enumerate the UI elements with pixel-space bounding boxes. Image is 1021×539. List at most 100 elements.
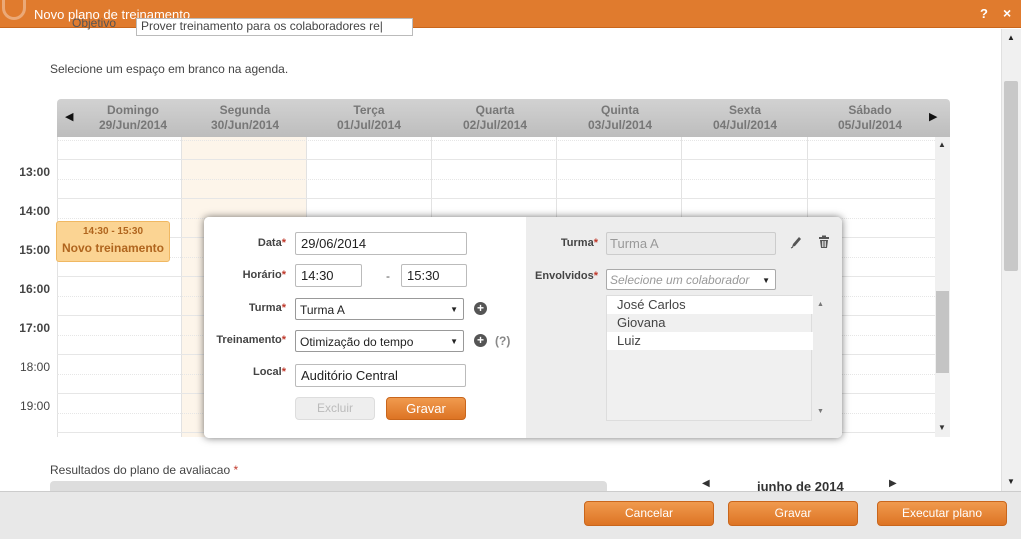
class-label-text: Turma <box>248 302 282 314</box>
close-button[interactable]: × <box>1003 5 1011 21</box>
grid-line <box>57 198 935 199</box>
training-help-link[interactable]: (?) <box>495 334 510 348</box>
instructions-text: Selecione um espaço em branco na agenda. <box>50 62 289 76</box>
scroll-up-icon[interactable]: ▲ <box>817 301 824 308</box>
scroll-down-icon[interactable]: ▼ <box>817 408 824 415</box>
day-header-sunday: Domingo 29/Jun/2014 <box>71 103 195 133</box>
involved-label: Envolvidos* <box>526 270 598 282</box>
class-readonly-input: Turma A <box>606 232 776 255</box>
day-header-friday: Sexta 04/Jul/2014 <box>683 103 807 133</box>
collaborator-select-placeholder: Selecione um colaborador <box>610 273 750 287</box>
date-input[interactable]: 29/06/2014 <box>295 232 467 255</box>
day-header-thursday: Quinta 03/Jul/2014 <box>558 103 682 133</box>
scrollbar-thumb[interactable] <box>1004 81 1018 271</box>
place-input[interactable]: Auditório Central <box>295 364 466 387</box>
save-event-button[interactable]: Gravar <box>386 397 466 420</box>
event-time: 14:30 - 15:30 <box>82 226 144 237</box>
required-mark: * <box>281 237 286 249</box>
day-name: Sexta <box>728 103 762 117</box>
required-mark: * <box>281 334 286 346</box>
required-mark: * <box>281 302 286 314</box>
results-label-text: Resultados do plano de avaliacao <box>50 463 231 477</box>
grid-line <box>57 140 935 141</box>
required-mark: * <box>281 269 286 281</box>
chevron-down-icon: ▼ <box>762 276 770 285</box>
mini-calendar-prev-button[interactable]: ◀ <box>702 478 710 489</box>
day-name: Domingo <box>107 103 159 117</box>
day-name: Terça <box>353 103 385 117</box>
event-form: Data* 29/06/2014 Horário* 14:30 - 15:30 … <box>204 217 526 438</box>
scroll-down-icon[interactable]: ▼ <box>1007 477 1015 486</box>
day-date: 04/Jul/2014 <box>712 118 778 132</box>
edit-icon[interactable] <box>790 235 802 249</box>
day-name: Quarta <box>475 103 515 117</box>
delete-button[interactable]: Excluir <box>295 397 375 420</box>
event-name: Novo treinamento <box>61 241 164 255</box>
training-select-value: Otimização do tempo <box>300 335 414 349</box>
time-label-13: 13:00 <box>19 165 50 179</box>
class-select-value: Turma A <box>300 303 345 317</box>
training-select[interactable]: Otimização do tempo ▼ <box>295 330 464 352</box>
dialog-footer <box>0 491 1021 539</box>
time-separator: - <box>386 269 390 283</box>
time-label-14: 14:00 <box>19 204 50 218</box>
required-mark: * <box>281 366 286 378</box>
add-class-icon[interactable]: + <box>474 302 487 315</box>
day-date: 01/Jul/2014 <box>336 118 402 132</box>
participants-list[interactable]: José Carlos Giovana Luiz ▲ ▼ <box>606 295 824 421</box>
add-training-icon[interactable]: + <box>474 334 487 347</box>
day-name: Segunda <box>219 103 271 117</box>
required-mark: * <box>233 463 239 477</box>
trash-icon[interactable] <box>818 235 830 249</box>
calendar-scrollbar[interactable]: ▲ ▼ <box>935 137 950 437</box>
place-label-text: Local <box>252 366 282 378</box>
start-time-input[interactable]: 14:30 <box>295 264 362 287</box>
time-label-text: Horário <box>242 269 282 281</box>
day-name: Sábado <box>848 103 892 117</box>
required-mark: * <box>593 237 598 249</box>
scroll-up-icon[interactable]: ▲ <box>1007 33 1015 42</box>
end-time-input[interactable]: 15:30 <box>401 264 467 287</box>
day-header-saturday: Sábado 05/Jul/2014 <box>808 103 932 133</box>
required-mark: * <box>593 270 598 282</box>
collaborator-select[interactable]: Selecione um colaborador ▼ <box>606 269 776 290</box>
grid-line <box>57 159 935 160</box>
execute-plan-button[interactable]: Executar plano <box>877 501 1007 526</box>
scrollbar-thumb[interactable] <box>936 291 949 373</box>
calendar-event[interactable]: 14:30 - 15:30 Novo treinamento <box>56 221 170 262</box>
class-label-text: Turma <box>560 237 594 249</box>
training-label-text: Treinamento <box>216 334 282 346</box>
list-item[interactable]: José Carlos <box>607 296 813 314</box>
results-label: Resultados do plano de avaliacao * <box>50 463 238 477</box>
time-label-18: 18:00 <box>19 360 50 374</box>
date-label-text: Data <box>257 237 282 249</box>
grid-line <box>57 179 935 180</box>
app-logo-icon <box>2 0 26 20</box>
help-button[interactable]: ? <box>980 6 988 21</box>
list-item[interactable]: Giovana <box>607 314 813 332</box>
day-header-wednesday: Quarta 02/Jul/2014 <box>433 103 557 133</box>
scroll-down-icon[interactable]: ▼ <box>938 423 946 432</box>
class-select[interactable]: Turma A ▼ <box>295 298 464 320</box>
day-date: 02/Jul/2014 <box>462 118 528 132</box>
objective-input[interactable]: Prover treinamento para os colaboradores… <box>136 18 413 36</box>
time-label: Horário* <box>214 269 286 281</box>
class-label: Turma* <box>214 302 286 314</box>
chevron-down-icon: ▼ <box>450 337 458 346</box>
window-scrollbar[interactable]: ▲ ▼ <box>1001 29 1021 491</box>
objective-label: Objetivo <box>72 16 117 30</box>
date-label: Data* <box>214 237 286 249</box>
scroll-up-icon[interactable]: ▲ <box>938 140 946 149</box>
cancel-button[interactable]: Cancelar <box>584 501 714 526</box>
calendar-next-button[interactable]: ▶ <box>929 110 937 123</box>
time-label-15: 15:00 <box>19 243 50 257</box>
day-header-tuesday: Terça 01/Jul/2014 <box>307 103 431 133</box>
mini-calendar-next-button[interactable]: ▶ <box>889 478 897 489</box>
list-item[interactable]: Luiz <box>607 332 813 350</box>
training-label: Treinamento* <box>208 334 286 346</box>
event-edit-popup: Data* 29/06/2014 Horário* 14:30 - 15:30 … <box>204 217 842 438</box>
participants-panel: Turma* Turma A Envolvidos* Selecione um … <box>526 217 842 438</box>
class-label-readonly: Turma* <box>526 237 598 249</box>
calendar-column-sunday[interactable] <box>57 137 181 437</box>
save-plan-button[interactable]: Gravar <box>728 501 858 526</box>
